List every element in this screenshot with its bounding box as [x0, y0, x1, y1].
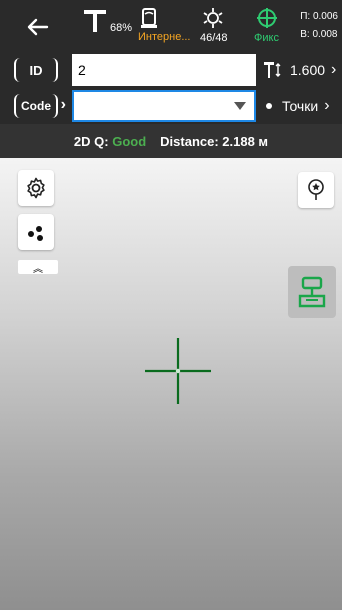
points-label: Точки — [282, 98, 319, 114]
network-status[interactable]: Интерне... — [136, 6, 191, 43]
chevron-right-icon: › — [331, 61, 337, 78]
stakeout-icon — [298, 276, 326, 308]
point-id-input[interactable] — [72, 54, 256, 86]
chevron-up-double-icon: ︽ — [33, 263, 43, 275]
gear-icon — [27, 177, 45, 199]
stakeout-button[interactable] — [288, 266, 336, 318]
dots-icon — [28, 226, 43, 241]
expand-button[interactable]: ︽ — [18, 260, 58, 275]
points-button[interactable]: Точки › — [262, 88, 342, 124]
code-row: Code › Точки › — [0, 88, 342, 124]
crosshair-fix-icon — [257, 8, 277, 28]
network-label: Интерне... — [138, 31, 191, 43]
satellite-count: 46/48 — [200, 32, 228, 44]
arrow-left-icon — [27, 18, 49, 36]
crosshair-target — [145, 338, 211, 404]
bullet-icon — [266, 103, 272, 109]
points-layer-button[interactable] — [18, 214, 54, 250]
back-button[interactable] — [18, 14, 58, 40]
id-button-frame — [14, 58, 58, 82]
antenna-height-icon — [264, 62, 281, 78]
precision-readout[interactable]: П: 0.006 В: 0.008 — [300, 8, 338, 44]
chevron-right-icon: › — [324, 97, 330, 114]
quality-2d-label: 2D Q: — [73, 133, 109, 149]
fix-status[interactable]: Фикс — [254, 6, 280, 44]
survey-screen: 68% Интерне... 46/48 Фикс П: 0.006 В: 0.… — [0, 0, 342, 610]
settings-button[interactable] — [18, 170, 54, 206]
quality-2d: 2D Q: Good — [74, 134, 146, 149]
network-icon — [141, 8, 157, 28]
map-pin-button[interactable] — [298, 172, 334, 208]
satellites-status[interactable]: 46/48 — [200, 6, 228, 44]
point-id-row: ID 1.600 › — [0, 52, 342, 88]
distance-readout: Distance: 2.188 м — [160, 133, 269, 149]
precision-horizontal: П: 0.006 — [300, 11, 338, 22]
code-button-frame — [14, 94, 58, 118]
fix-label: Фикс — [254, 32, 279, 44]
chevron-right-icon: › — [60, 96, 66, 113]
id-button[interactable]: ID — [10, 56, 62, 84]
battery-percent: 68% — [110, 22, 133, 34]
code-button[interactable]: Code › — [10, 92, 66, 120]
antenna-height-value: 1.600 — [290, 62, 326, 78]
antenna-height-button[interactable]: 1.600 › — [262, 52, 342, 88]
receiver-icon — [84, 10, 106, 32]
code-select[interactable] — [72, 90, 256, 122]
satellite-icon — [203, 8, 223, 28]
map-pin-icon — [308, 179, 324, 200]
quality-bar: 2D Q: Good Distance: 2.188 м — [0, 124, 342, 158]
quality-value: Good — [112, 133, 147, 149]
camera-view[interactable]: ︽ — [0, 158, 342, 610]
dropdown-arrow-icon — [234, 102, 246, 110]
receiver-status[interactable]: 68% — [82, 6, 132, 41]
precision-vertical: В: 0.008 — [300, 29, 338, 40]
top-status-bar: 68% Интерне... 46/48 Фикс П: 0.006 В: 0.… — [0, 0, 342, 52]
